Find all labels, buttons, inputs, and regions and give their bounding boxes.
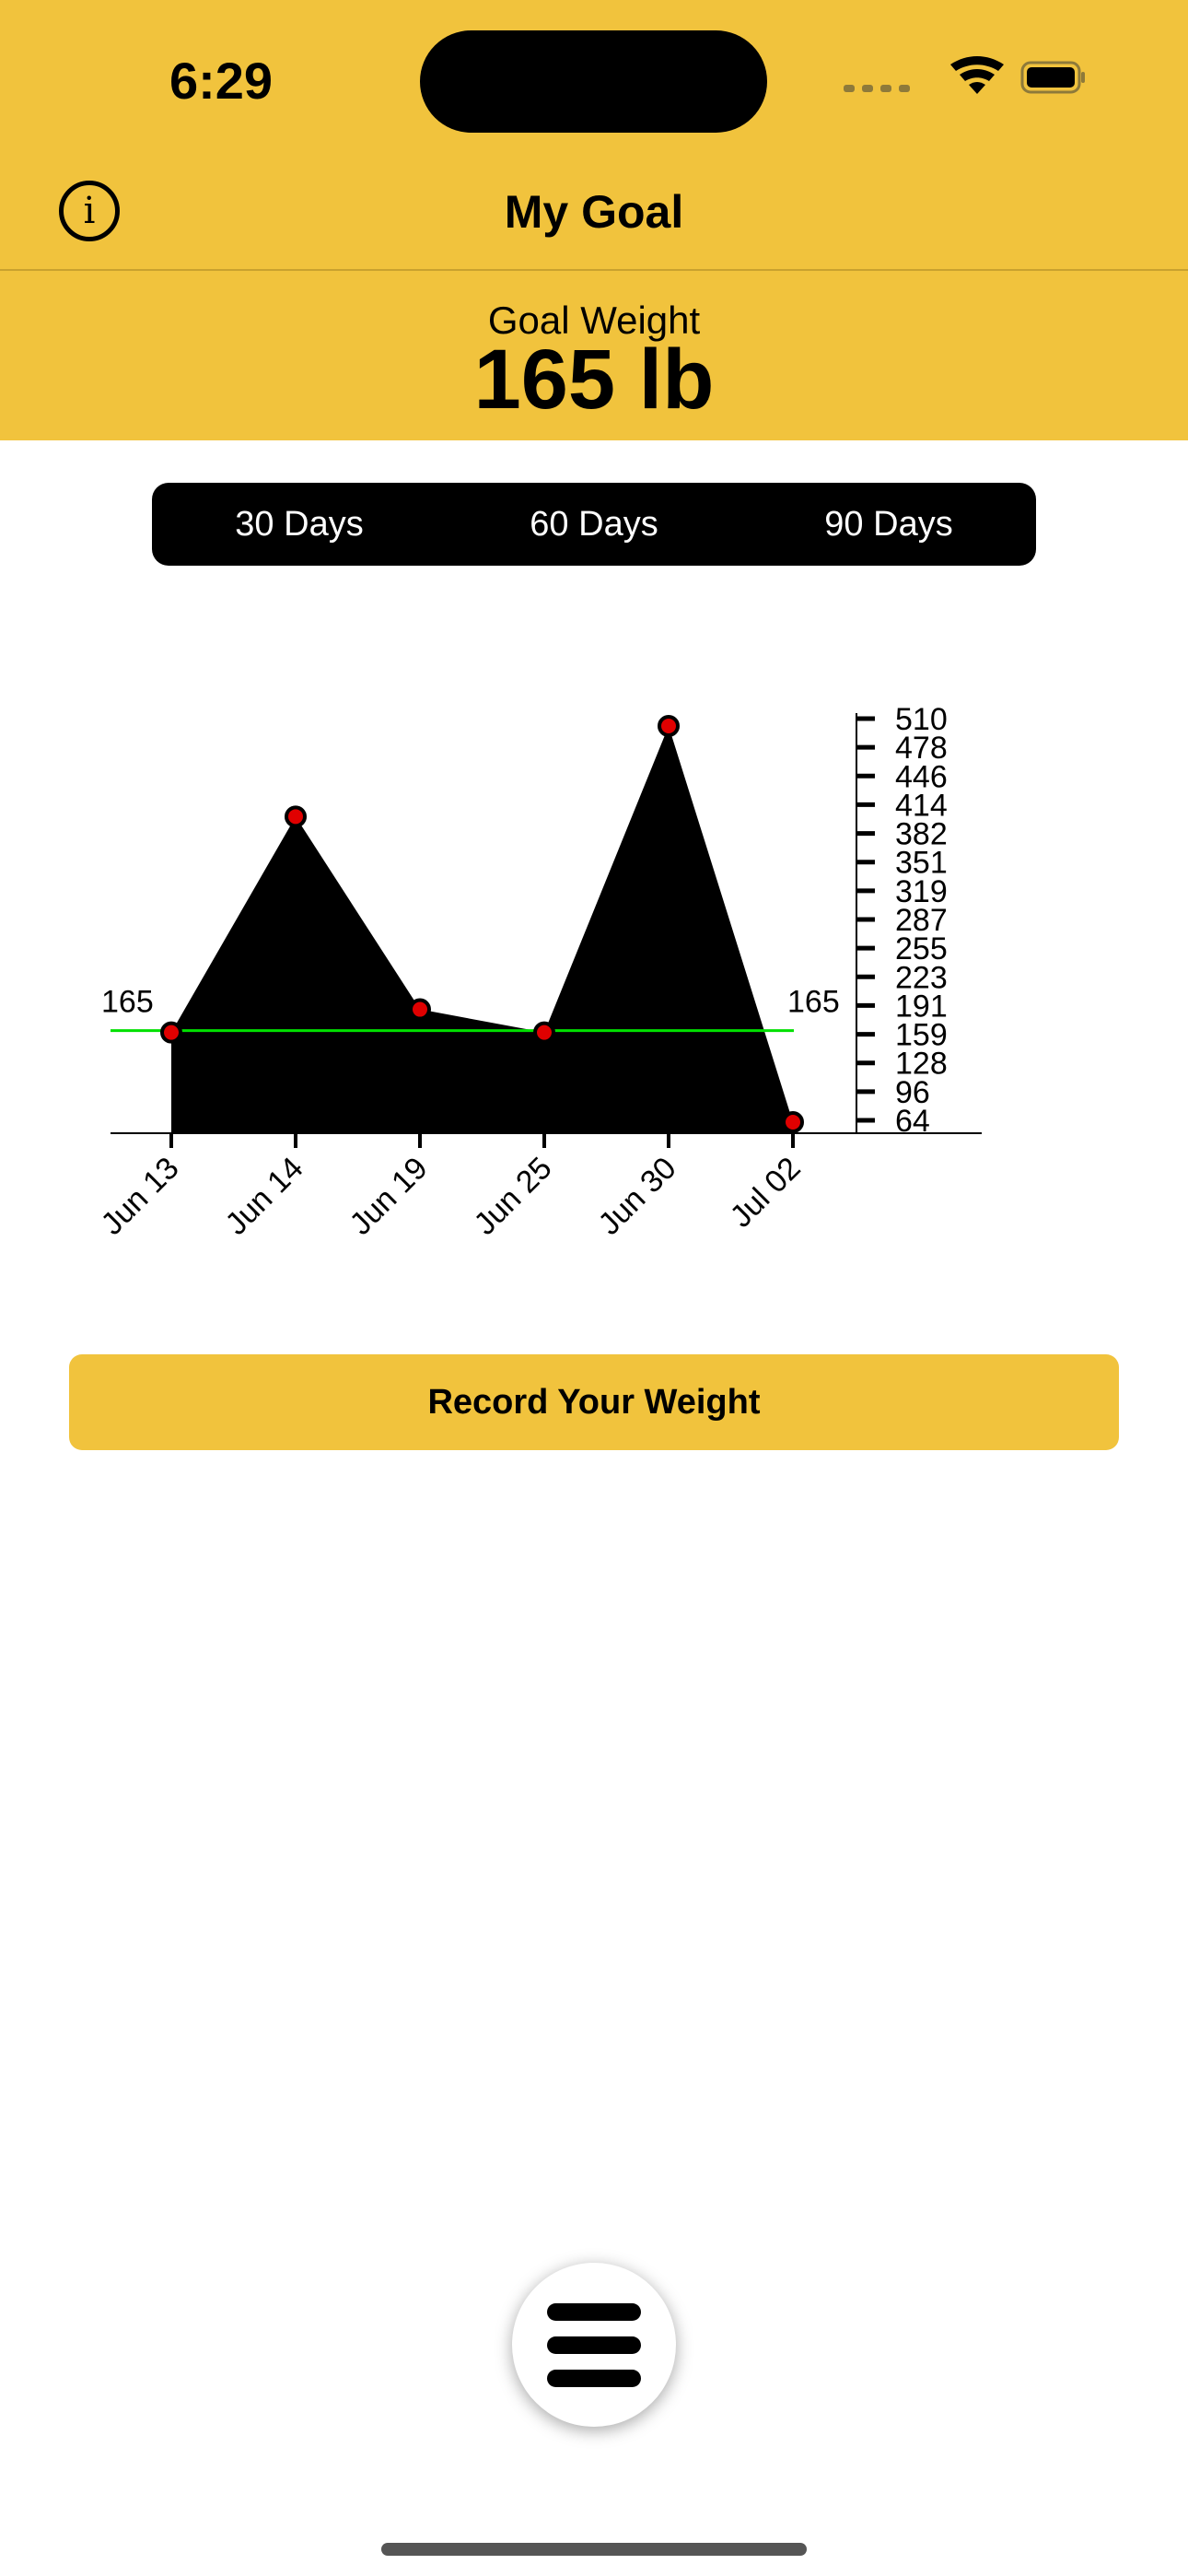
nav-divider <box>0 269 1188 271</box>
data-point <box>782 1111 804 1133</box>
signal-icon <box>844 85 910 92</box>
x-tick-label: Jun 19 <box>344 1151 435 1242</box>
y-tick-label: 64 <box>895 1104 930 1139</box>
status-time: 6:29 <box>169 52 274 110</box>
battery-icon <box>1020 61 1085 94</box>
goal-weight-value: 165 lb <box>473 333 715 427</box>
x-tick-label: Jun 30 <box>592 1151 683 1242</box>
data-point <box>160 1021 182 1044</box>
x-tick-label: Jun 14 <box>219 1151 310 1242</box>
wifi-icon <box>950 56 1004 94</box>
menu-bar <box>547 2303 641 2321</box>
data-point <box>658 715 680 737</box>
header: 6:29 i My Goal Goal Weight 165 lb <box>0 0 1188 440</box>
x-tick-label: Jun 25 <box>468 1151 559 1242</box>
record-weight-button[interactable]: Record Your Weight <box>69 1354 1119 1450</box>
tab-90-days[interactable]: 90 Days <box>741 483 1036 566</box>
area-fill <box>171 726 793 1133</box>
tab-30-days[interactable]: 30 Days <box>152 483 447 566</box>
range-segmented-control: 30 Days 60 Days 90 Days <box>152 483 1036 566</box>
weight-chart: Jun 13 Jun 14 Jun 19 Jun 25 Jun 30 Jul 025104… <box>95 702 982 1242</box>
tab-60-days[interactable]: 60 Days <box>447 483 741 566</box>
menu-button[interactable] <box>512 2263 676 2427</box>
data-point <box>409 998 431 1021</box>
menu-bar <box>547 2370 641 2387</box>
info-icon[interactable]: i <box>59 181 120 241</box>
page-title: My Goal <box>504 186 684 238</box>
goal-line-right-label: 165 <box>787 985 840 1020</box>
status-icons <box>844 56 1085 94</box>
goal-line-left-label: 165 <box>101 985 154 1020</box>
menu-bar <box>547 2336 641 2354</box>
home-indicator <box>381 2543 807 2556</box>
x-tick-label: Jun 13 <box>95 1151 186 1242</box>
data-point <box>285 805 307 828</box>
x-tick-label: Jul 02 <box>724 1151 808 1235</box>
data-point <box>533 1021 555 1044</box>
dynamic-island <box>420 30 767 133</box>
